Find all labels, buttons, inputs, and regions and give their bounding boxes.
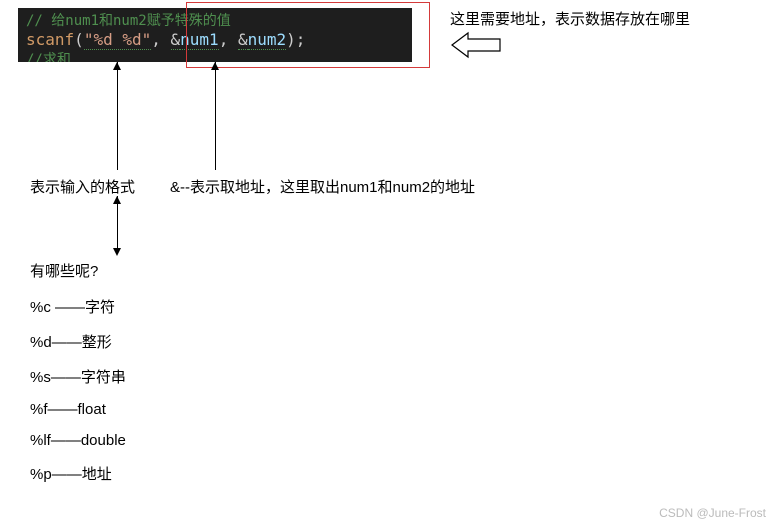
arrow-line-question (117, 196, 118, 254)
func-name: scanf (26, 30, 74, 49)
dash: —— (51, 369, 81, 386)
comma-1: , (151, 30, 170, 49)
dash: —— (48, 401, 78, 418)
format-specifier-list: %c ——字符 %d——整形 %s——字符串 %f——float %lf——do… (30, 296, 126, 498)
list-item: %f——float (30, 401, 126, 418)
spec-desc: double (81, 432, 126, 449)
highlight-box (186, 2, 430, 68)
label-take-address: &--表示取地址，这里取出num1和num2的地址 (170, 176, 475, 197)
list-item: %s——字符串 (30, 366, 126, 387)
arrow-line-addr (215, 62, 216, 170)
list-item: %c ——字符 (30, 296, 126, 317)
spec-desc: 字符串 (81, 369, 126, 386)
arrow-up-icon (113, 62, 121, 70)
spec-desc: 整形 (82, 334, 112, 351)
ampersand-1: & (171, 30, 181, 50)
arrow-down-icon (113, 248, 121, 256)
spec-code: %d (30, 334, 52, 351)
arrow-left-icon (450, 30, 502, 63)
format-string: "%d %d" (84, 30, 151, 50)
arrow-up-icon (211, 62, 219, 70)
paren-open: ( (74, 30, 84, 49)
dash: —— (52, 466, 82, 483)
arrow-line-format (117, 62, 118, 170)
list-item: %p——地址 (30, 463, 126, 484)
dash: —— (52, 334, 82, 351)
spec-desc: float (78, 401, 106, 418)
dash: —— (51, 432, 81, 449)
label-question: 有哪些呢? (30, 260, 98, 281)
spec-code: %lf (30, 432, 51, 449)
spec-code: %c (30, 299, 51, 316)
list-item: %lf——double (30, 432, 126, 449)
label-input-format: 表示输入的格式 (30, 176, 135, 197)
watermark: CSDN @June-Frost (659, 506, 766, 520)
spec-desc: 地址 (82, 466, 112, 483)
note-address-needed: 这里需要地址，表示数据存放在哪里 (450, 8, 690, 29)
spec-desc: 字符 (85, 299, 115, 316)
spec-code: %p (30, 466, 52, 483)
spec-code: %s (30, 369, 51, 386)
list-item: %d——整形 (30, 331, 126, 352)
dash: —— (51, 299, 85, 316)
spec-code: %f (30, 401, 48, 418)
